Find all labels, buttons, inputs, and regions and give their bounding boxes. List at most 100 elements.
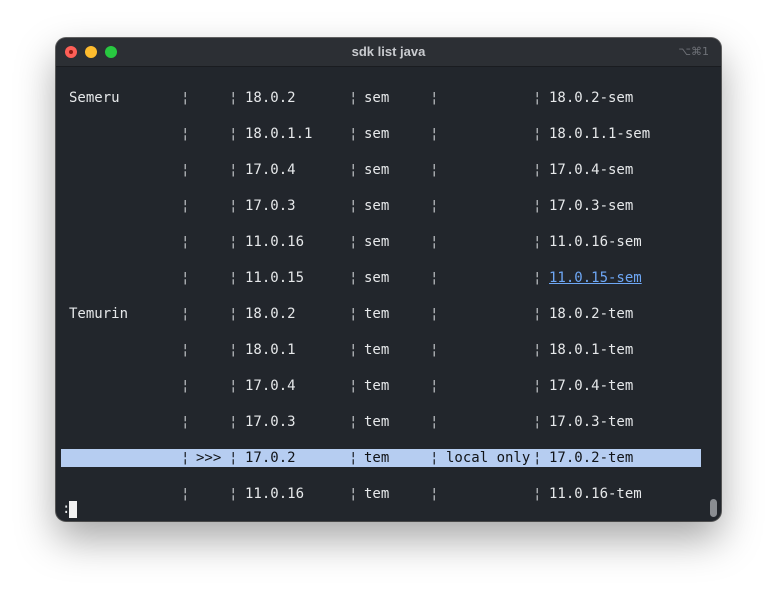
column-separator: ¦ bbox=[349, 270, 358, 286]
identifier-cell: 17.0.3-tem bbox=[549, 414, 634, 430]
dist-cell: tem bbox=[364, 378, 390, 394]
column-separator: ¦ bbox=[229, 414, 238, 430]
column-separator: ¦ bbox=[533, 414, 542, 430]
scrollbar-thumb[interactable] bbox=[710, 499, 717, 517]
window-title: sdk list java bbox=[351, 44, 426, 59]
version-cell: 11.0.15 bbox=[245, 270, 305, 286]
version-cell: 18.0.2 bbox=[245, 90, 296, 106]
version-cell: 17.0.2 bbox=[245, 450, 296, 466]
table-row[interactable]: ¦ ¦ 17.0.4 ¦ tem ¦ ¦ 17.0.4-tem bbox=[56, 377, 701, 395]
column-separator: ¦ bbox=[181, 234, 190, 250]
column-separator: ¦ bbox=[181, 414, 190, 430]
column-separator: ¦ bbox=[533, 90, 542, 106]
vendor-cell: Temurin bbox=[69, 306, 129, 322]
version-cell: 18.0.2 bbox=[245, 306, 296, 322]
window-shortcut-label: ⌥⌘1 bbox=[678, 45, 709, 58]
column-separator: ¦ bbox=[430, 234, 439, 250]
column-separator: ¦ bbox=[533, 450, 542, 466]
identifier-cell: 18.0.2-sem bbox=[549, 90, 634, 106]
column-separator: ¦ bbox=[430, 306, 439, 322]
dist-cell: sem bbox=[364, 270, 390, 286]
column-separator: ¦ bbox=[430, 450, 439, 466]
column-separator: ¦ bbox=[533, 126, 542, 142]
column-separator: ¦ bbox=[349, 378, 358, 394]
column-separator: ¦ bbox=[533, 486, 542, 502]
column-separator: ¦ bbox=[229, 450, 238, 466]
table-row[interactable]: ¦ ¦ 18.0.1 ¦ tem ¦ ¦ 18.0.1-tem bbox=[56, 341, 701, 359]
column-separator: ¦ bbox=[533, 234, 542, 250]
scrollbar[interactable] bbox=[709, 70, 718, 517]
identifier-cell: 18.0.1.1-sem bbox=[549, 126, 651, 142]
table-row[interactable]: ¦ ¦ 11.0.16 ¦ sem ¦ ¦ 11.0.16-sem bbox=[56, 233, 701, 251]
table-row[interactable]: Semeru ¦ ¦ 18.0.2 ¦ sem ¦ ¦ 18.0.2-sem bbox=[56, 89, 701, 107]
table-row[interactable]: ¦ ¦ 11.0.16 ¦ tem ¦ ¦ 11.0.16-tem bbox=[56, 485, 701, 503]
table-row-selected[interactable]: ¦ >>> ¦ 17.0.2 ¦ tem ¦ local only ¦ 17.0.2-tem bbox=[61, 449, 701, 467]
column-separator: ¦ bbox=[229, 378, 238, 394]
dist-cell: sem bbox=[364, 234, 390, 250]
terminal-output[interactable]: Semeru ¦ ¦ 18.0.2 ¦ sem ¦ ¦ 18.0.2-sem ¦ ¦ 18.0.1.1… bbox=[56, 67, 721, 521]
column-separator: ¦ bbox=[430, 198, 439, 214]
column-separator: ¦ bbox=[229, 234, 238, 250]
version-cell: 11.0.16 bbox=[245, 234, 305, 250]
column-separator: ¦ bbox=[533, 378, 542, 394]
column-separator: ¦ bbox=[181, 90, 190, 106]
table-row[interactable]: ¦ ¦ 18.0.1.1 ¦ sem ¦ ¦ 18.0.1.1-sem bbox=[56, 125, 701, 143]
table-row[interactable]: ¦ ¦ 17.0.3 ¦ tem ¦ ¦ 17.0.3-tem bbox=[56, 413, 701, 431]
column-separator: ¦ bbox=[181, 198, 190, 214]
dist-cell: tem bbox=[364, 342, 390, 358]
column-separator: ¦ bbox=[181, 306, 190, 322]
table-row[interactable]: ¦ ¦ 11.0.15 ¦ sem ¦ ¦ 11.0.15-sem bbox=[56, 269, 701, 287]
column-separator: ¦ bbox=[181, 486, 190, 502]
column-separator: ¦ bbox=[229, 126, 238, 142]
dist-cell: tem bbox=[364, 486, 390, 502]
column-separator: ¦ bbox=[533, 342, 542, 358]
column-separator: ¦ bbox=[181, 270, 190, 286]
column-separator: ¦ bbox=[349, 90, 358, 106]
column-separator: ¦ bbox=[430, 90, 439, 106]
column-separator: ¦ bbox=[349, 414, 358, 430]
column-separator: ¦ bbox=[181, 378, 190, 394]
dist-cell: tem bbox=[364, 414, 390, 430]
identifier-cell: 18.0.2-tem bbox=[549, 306, 634, 322]
column-separator: ¦ bbox=[229, 486, 238, 502]
dist-cell: sem bbox=[364, 198, 390, 214]
column-separator: ¦ bbox=[430, 162, 439, 178]
column-separator: ¦ bbox=[349, 234, 358, 250]
column-separator: ¦ bbox=[229, 162, 238, 178]
table-row[interactable]: Temurin ¦ ¦ 18.0.2 ¦ tem ¦ ¦ 18.0.2-tem bbox=[56, 305, 701, 323]
terminal-window: sdk list java ⌥⌘1 Semeru ¦ ¦ 18.0.2 ¦ sem ¦ ¦ 18… bbox=[56, 38, 721, 521]
title-bar: sdk list java ⌥⌘1 bbox=[56, 38, 721, 67]
table-row[interactable]: ¦ ¦ 17.0.4 ¦ sem ¦ ¦ 17.0.4-sem bbox=[56, 161, 701, 179]
column-separator: ¦ bbox=[229, 306, 238, 322]
column-separator: ¦ bbox=[349, 306, 358, 322]
column-separator: ¦ bbox=[430, 126, 439, 142]
identifier-cell: 11.0.16-sem bbox=[549, 234, 642, 250]
version-cell: 17.0.4 bbox=[245, 378, 296, 394]
status-cell: local only bbox=[446, 450, 531, 466]
dist-cell: tem bbox=[364, 306, 390, 322]
column-separator: ¦ bbox=[430, 486, 439, 502]
version-cell: 18.0.1 bbox=[245, 342, 296, 358]
identifier-cell: 17.0.2-tem bbox=[549, 450, 634, 466]
column-separator: ¦ bbox=[430, 378, 439, 394]
column-separator: ¦ bbox=[229, 270, 238, 286]
version-cell: 11.0.16 bbox=[245, 486, 305, 502]
column-separator: ¦ bbox=[229, 198, 238, 214]
text-cursor bbox=[69, 501, 77, 518]
column-separator: ¦ bbox=[181, 342, 190, 358]
column-separator: ¦ bbox=[533, 162, 542, 178]
column-separator: ¦ bbox=[533, 306, 542, 322]
vendor-cell: Semeru bbox=[69, 90, 120, 106]
version-cell: 17.0.3 bbox=[245, 414, 296, 430]
dist-cell: sem bbox=[364, 90, 390, 106]
table-row[interactable]: ¦ ¦ 17.0.3 ¦ sem ¦ ¦ 17.0.3-sem bbox=[56, 197, 701, 215]
dist-cell: sem bbox=[364, 126, 390, 142]
identifier-cell: 18.0.1-tem bbox=[549, 342, 634, 358]
column-separator: ¦ bbox=[349, 162, 358, 178]
column-separator: ¦ bbox=[430, 270, 439, 286]
identifier-cell: 17.0.4-tem bbox=[549, 378, 634, 394]
column-separator: ¦ bbox=[349, 126, 358, 142]
identifier-cell: 17.0.3-sem bbox=[549, 198, 634, 214]
identifier-link[interactable]: 11.0.15-sem bbox=[549, 269, 642, 287]
column-separator: ¦ bbox=[181, 450, 190, 466]
